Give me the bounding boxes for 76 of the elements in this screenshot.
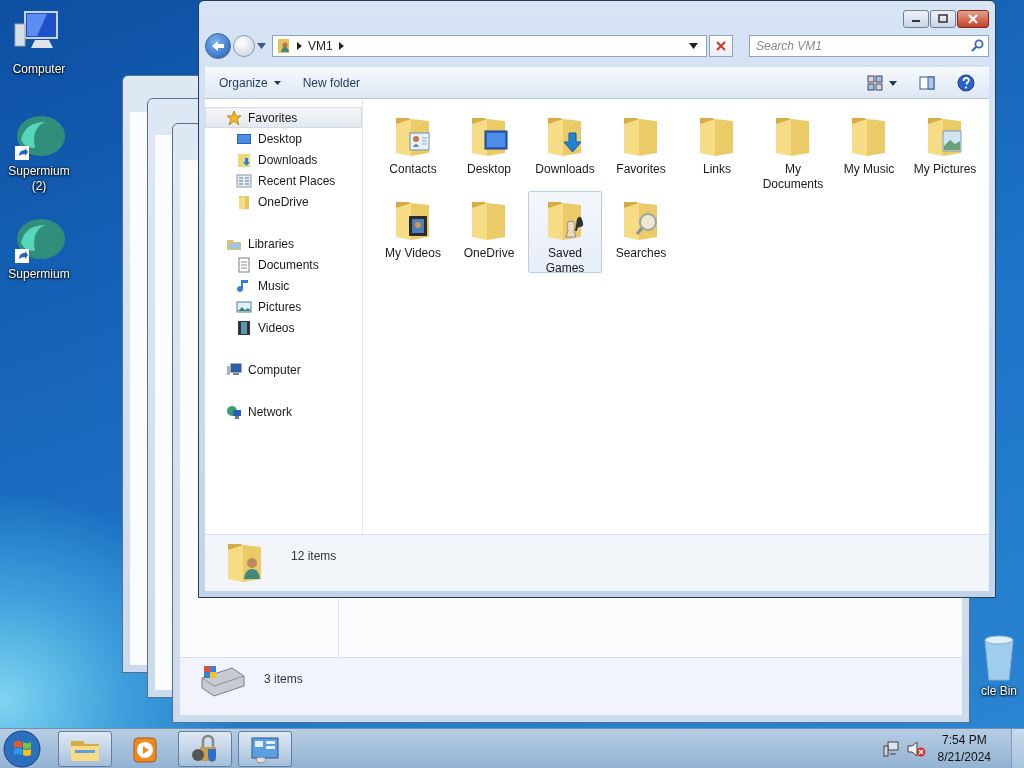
address-bar[interactable]: VM1 [272,35,707,57]
maximize-button[interactable] [930,10,956,28]
folder-item[interactable]: Links [680,107,754,189]
folder-item[interactable]: Searches [604,191,678,273]
breadcrumb-item[interactable]: VM1 [308,39,333,53]
chevron-icon [297,42,302,50]
toolbar-button[interactable]: New folder [298,73,365,93]
picture-icon [236,298,252,315]
taskbar-button[interactable] [178,730,232,767]
views-icon [867,75,883,91]
nav-item[interactable]: Favorites [205,107,362,128]
icon-label: cle Bin [981,684,1017,699]
clock-date: 8/21/2024 [937,748,991,766]
folder-item[interactable]: My Music [832,107,906,189]
nav-item[interactable]: OneDrive [205,191,362,212]
close-icon [967,14,979,24]
folder-item[interactable]: OneDrive [452,191,526,273]
search-field[interactable]: Search VM1 [749,35,989,57]
user-folder-icon [277,38,291,54]
caret-icon [257,43,266,49]
nav-item[interactable]: Pictures [205,296,362,317]
caret-icon [273,81,281,85]
start-button[interactable] [0,729,44,768]
nav-item[interactable]: Recent Places [205,170,362,191]
folder-item[interactable]: My Pictures [908,107,982,189]
minimize-button[interactable] [903,10,929,28]
folder-item[interactable]: My Videos [376,191,450,273]
folder-icon [236,193,252,210]
folder-item[interactable]: Downloads [528,107,602,189]
stop-button[interactable] [709,35,733,57]
maximize-icon [937,14,949,24]
nav-item[interactable]: Network [205,401,362,422]
icon-label: Supermium [8,267,70,282]
star-icon [226,109,242,126]
nav-item[interactable]: Documents [205,254,362,275]
film-icon [236,319,252,336]
clock-time: 7:54 PM [941,731,987,749]
status-text: 3 items [264,672,303,686]
close-icon [716,41,726,51]
clock[interactable]: 7:54 PM 8/21/2024 [937,731,991,766]
back-button[interactable] [205,33,231,59]
folder-item[interactable]: My Documents [756,107,830,189]
folder-item[interactable]: Desktop [452,107,526,189]
nav-item[interactable]: Music [205,275,362,296]
windows-logo-icon [3,729,41,768]
network-icon [226,403,242,420]
folder-item[interactable]: Contacts [376,107,450,189]
caret-icon [889,80,897,86]
chevron-icon [338,42,344,50]
folder-item[interactable]: Favorites [604,107,678,189]
close-button[interactable] [957,10,989,28]
preview-pane-icon [919,75,935,91]
nav-item[interactable]: Libraries [205,233,362,254]
recent-places-icon [236,172,252,189]
icon-label: Computer [12,62,66,77]
taskbar-button[interactable] [58,730,112,767]
back-arrow-icon [211,40,225,52]
search-icon [971,39,984,52]
folder-item[interactable]: Saved Games [528,191,602,273]
icon-label: Supermium (2) [7,164,71,194]
item-count: 12 items [291,549,337,563]
organize-menu[interactable]: Organize [215,73,285,93]
muted-speaker-icon[interactable] [905,739,926,758]
forward-button[interactable] [233,35,255,57]
folder-icon [236,151,252,168]
network-tray-icon[interactable] [881,739,900,758]
computer-icon [226,361,242,378]
drive-icon [198,664,246,698]
nav-item[interactable]: Videos [205,317,362,338]
document-icon [236,256,252,273]
taskbar-button[interactable] [238,730,292,767]
help-icon [957,74,975,92]
nav-item[interactable]: Downloads [205,149,362,170]
nav-item[interactable]: Desktop [205,128,362,149]
nav-item[interactable]: Computer [205,359,362,380]
caret-icon [689,43,698,49]
